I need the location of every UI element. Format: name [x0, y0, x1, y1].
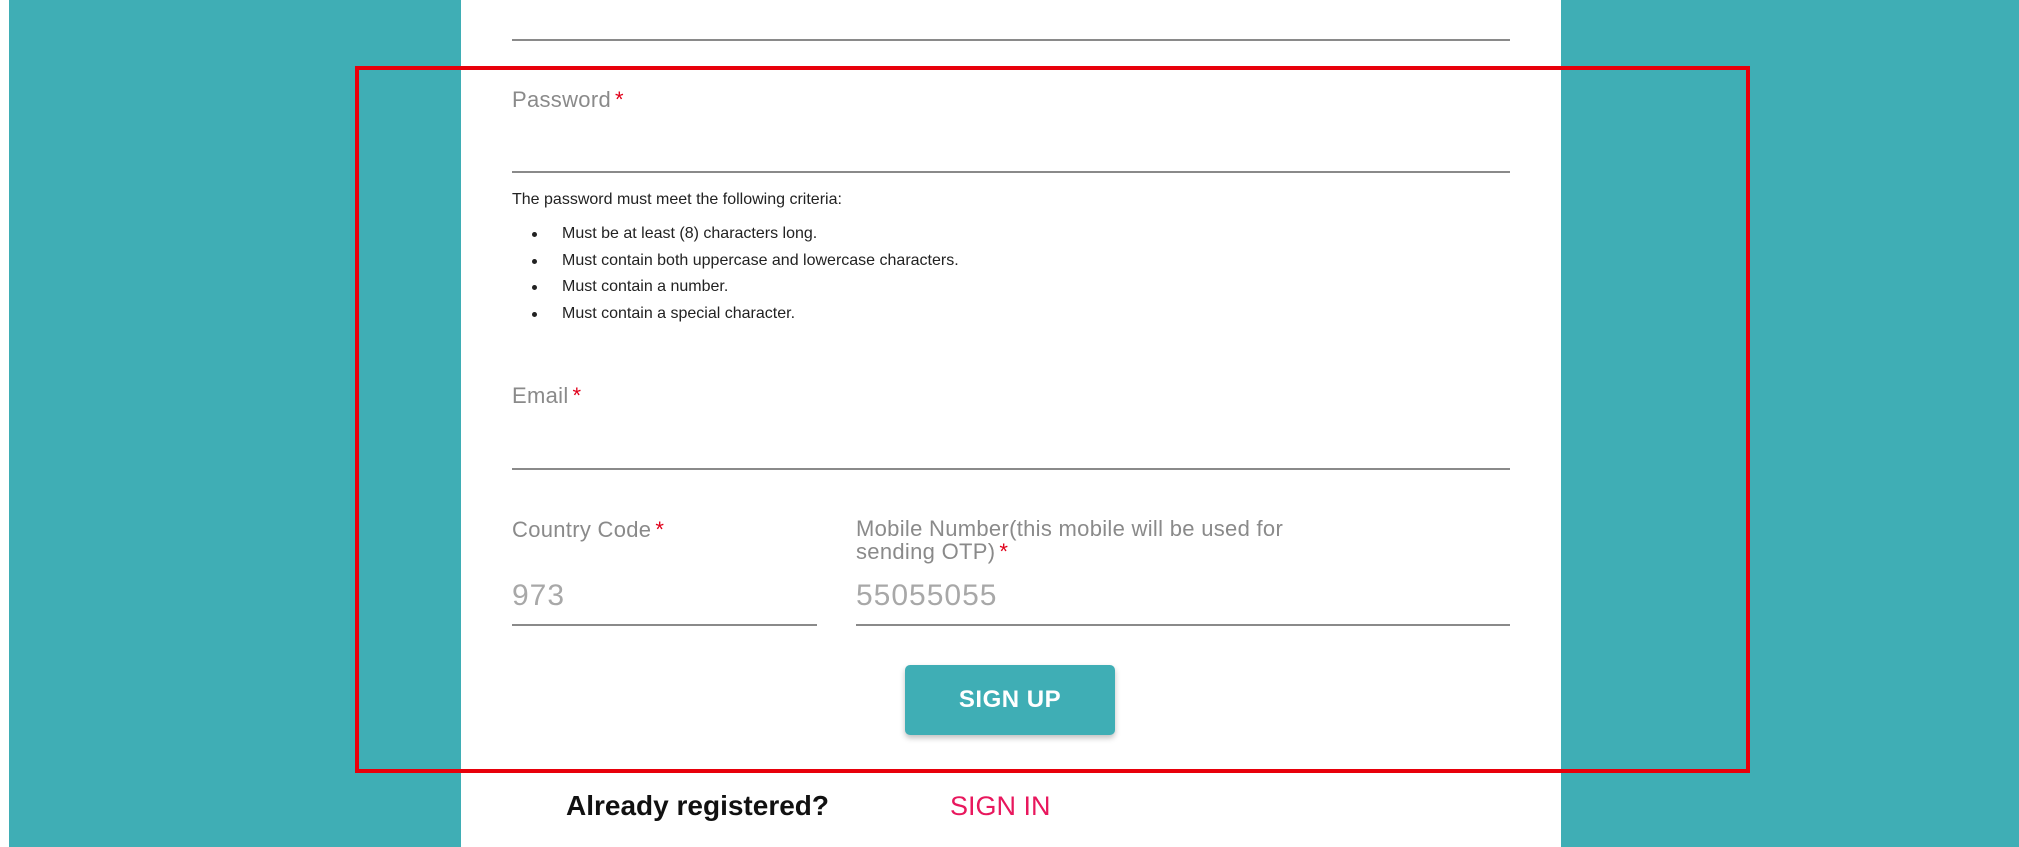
background-right: [1561, 0, 2019, 847]
password-criteria-title: The password must meet the following cri…: [512, 191, 842, 208]
password-criteria-item: Must contain a number.: [512, 274, 959, 301]
email-input[interactable]: [512, 421, 1510, 461]
mobile-number-underline: [856, 624, 1510, 626]
mobile-number-label-line1: Mobile Number(this mobile will be used f…: [856, 516, 1284, 541]
country-code-input[interactable]: [512, 576, 817, 616]
password-criteria-item: Must contain a special character.: [512, 301, 959, 328]
password-underline: [512, 171, 1510, 173]
password-input[interactable]: [512, 125, 1510, 165]
password-label: Password *: [512, 88, 624, 112]
country-code-underline: [512, 624, 817, 626]
required-asterisk: *: [655, 517, 665, 542]
sign-in-link[interactable]: SIGN IN: [950, 791, 1051, 822]
email-underline: [512, 468, 1510, 470]
password-label-text: Password: [512, 87, 611, 112]
country-code-label: Country Code *: [512, 518, 664, 542]
required-asterisk: *: [572, 383, 582, 408]
mobile-number-label: Mobile Number(this mobile will be used f…: [856, 517, 1283, 563]
previous-field-underline: [512, 39, 1510, 41]
required-asterisk: *: [615, 87, 624, 112]
already-registered-text: Already registered?: [566, 790, 829, 821]
sign-up-button[interactable]: SIGN UP: [905, 665, 1115, 735]
password-criteria-list: Must be at least (8) characters long. Mu…: [512, 221, 959, 327]
country-code-label-text: Country Code: [512, 517, 652, 542]
email-label-text: Email: [512, 383, 569, 408]
email-label: Email *: [512, 384, 581, 408]
password-criteria-item: Must contain both uppercase and lowercas…: [512, 248, 959, 275]
mobile-number-label-line2: sending OTP): [856, 539, 996, 564]
mobile-number-input[interactable]: [856, 576, 1510, 616]
required-asterisk: *: [999, 539, 1009, 564]
background-left: [9, 0, 461, 847]
password-criteria-item: Must be at least (8) characters long.: [512, 221, 959, 248]
